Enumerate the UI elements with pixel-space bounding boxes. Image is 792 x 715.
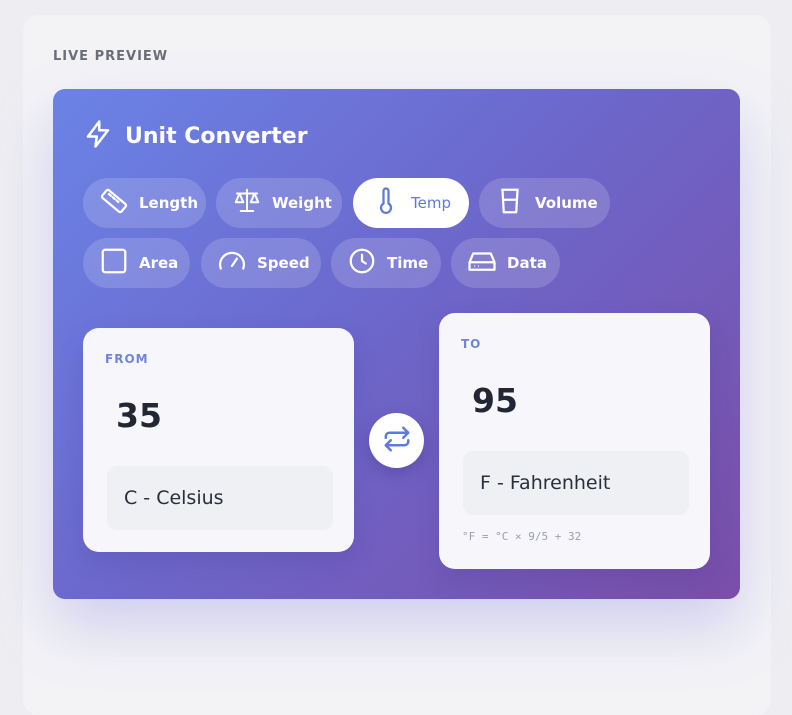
tab-weight-label: Weight — [272, 194, 332, 212]
hard-drive-icon — [467, 246, 507, 280]
tab-area[interactable]: Area — [83, 238, 190, 288]
tab-speed-label: Speed — [257, 254, 310, 272]
from-unit-select[interactable]: C - Celsius — [107, 466, 333, 530]
preview-label: LIVE PREVIEW — [53, 49, 169, 64]
tab-length-label: Length — [139, 194, 198, 212]
from-label: FROM — [105, 352, 149, 366]
tab-volume[interactable]: Volume — [479, 178, 610, 228]
to-panel: TO 95 F - Fahrenheit °F = °C × 9/5 + 32 — [439, 313, 710, 569]
tab-data[interactable]: Data — [451, 238, 560, 288]
converter-card: Unit Converter Length Weight Temp Volume… — [53, 89, 740, 599]
clock-icon — [347, 246, 387, 280]
tab-data-label: Data — [507, 254, 547, 272]
tab-speed[interactable]: Speed — [201, 238, 321, 288]
app-header: Unit Converter — [83, 119, 308, 153]
lightning-icon — [83, 119, 113, 153]
speedometer-icon — [217, 246, 257, 280]
to-value-output: 95 — [472, 381, 518, 420]
tab-time[interactable]: Time — [331, 238, 441, 288]
tab-length[interactable]: Length — [83, 178, 206, 228]
tab-temp-label: Temp — [411, 194, 451, 212]
conversion-formula: °F = °C × 9/5 + 32 — [462, 530, 582, 543]
tab-weight[interactable]: Weight — [216, 178, 342, 228]
to-label: TO — [461, 337, 482, 351]
swap-button[interactable] — [369, 413, 424, 468]
swap-icon — [382, 424, 412, 458]
from-value-input[interactable]: 35 — [116, 396, 162, 435]
thermometer-icon — [371, 186, 411, 220]
square-icon — [99, 246, 139, 280]
tab-time-label: Time — [387, 254, 429, 272]
tab-area-label: Area — [139, 254, 179, 272]
ruler-icon — [99, 186, 139, 220]
beaker-icon — [495, 186, 535, 220]
app-title: Unit Converter — [125, 123, 308, 149]
tab-temp[interactable]: Temp — [353, 178, 469, 228]
to-unit-select[interactable]: F - Fahrenheit — [463, 451, 689, 515]
scale-icon — [232, 186, 272, 220]
tab-volume-label: Volume — [535, 194, 598, 212]
from-panel: FROM 35 C - Celsius — [83, 328, 354, 552]
